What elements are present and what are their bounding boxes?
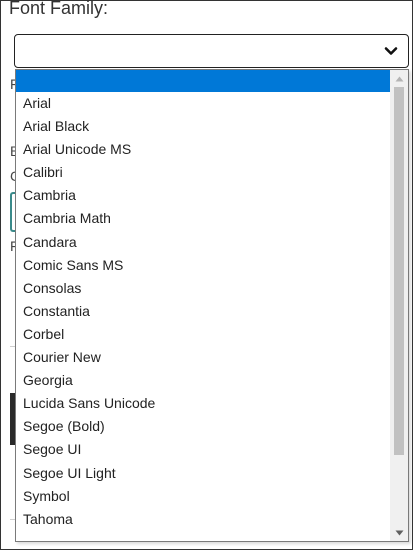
dropdown-option[interactable]: Cambria Math [16,207,390,230]
dropdown-option[interactable]: Segoe (Bold) [16,415,390,438]
dropdown-option[interactable]: Georgia [16,369,390,392]
dropdown-option[interactable]: Cambria [16,184,390,207]
font-family-select[interactable] [14,34,409,68]
dropdown-option[interactable]: Lucida Sans Unicode [16,392,390,415]
dropdown-options: Arial Arial Black Arial Unicode MS Calib… [16,70,390,531]
scrollbar-thumb[interactable] [394,87,404,455]
dropdown-option[interactable]: Courier New [16,346,390,369]
dropdown-option[interactable]: Comic Sans MS [16,254,390,277]
font-family-label: Font Family: [9,0,109,18]
dropdown-option[interactable]: Arial [16,92,390,115]
dropdown-option-empty[interactable] [16,70,390,92]
dropdown-option[interactable]: Consolas [16,277,390,300]
dropdown-option[interactable]: Constantia [16,300,390,323]
scroll-down-arrow-icon[interactable] [390,524,408,541]
dropdown-option[interactable]: Calibri [16,161,390,184]
dropdown-option[interactable]: Arial Black [16,115,390,138]
dropdown-option[interactable]: Segoe UI [16,438,390,461]
font-settings-panel: Font Family: F B C F Arial Arial Black A… [0,0,413,550]
dropdown-option[interactable]: Corbel [16,323,390,346]
chevron-down-icon[interactable] [384,44,398,58]
dropdown-option[interactable]: Segoe UI Light [16,462,390,485]
scroll-up-arrow-icon[interactable] [390,70,408,87]
font-family-dropdown-list[interactable]: Arial Arial Black Arial Unicode MS Calib… [15,69,409,542]
dropdown-option[interactable]: Candara [16,231,390,254]
dropdown-option[interactable]: Symbol [16,485,390,508]
dropdown-scrollbar[interactable] [390,70,408,541]
dropdown-option[interactable]: Tahoma [16,508,390,531]
dropdown-option[interactable]: Arial Unicode MS [16,138,390,161]
